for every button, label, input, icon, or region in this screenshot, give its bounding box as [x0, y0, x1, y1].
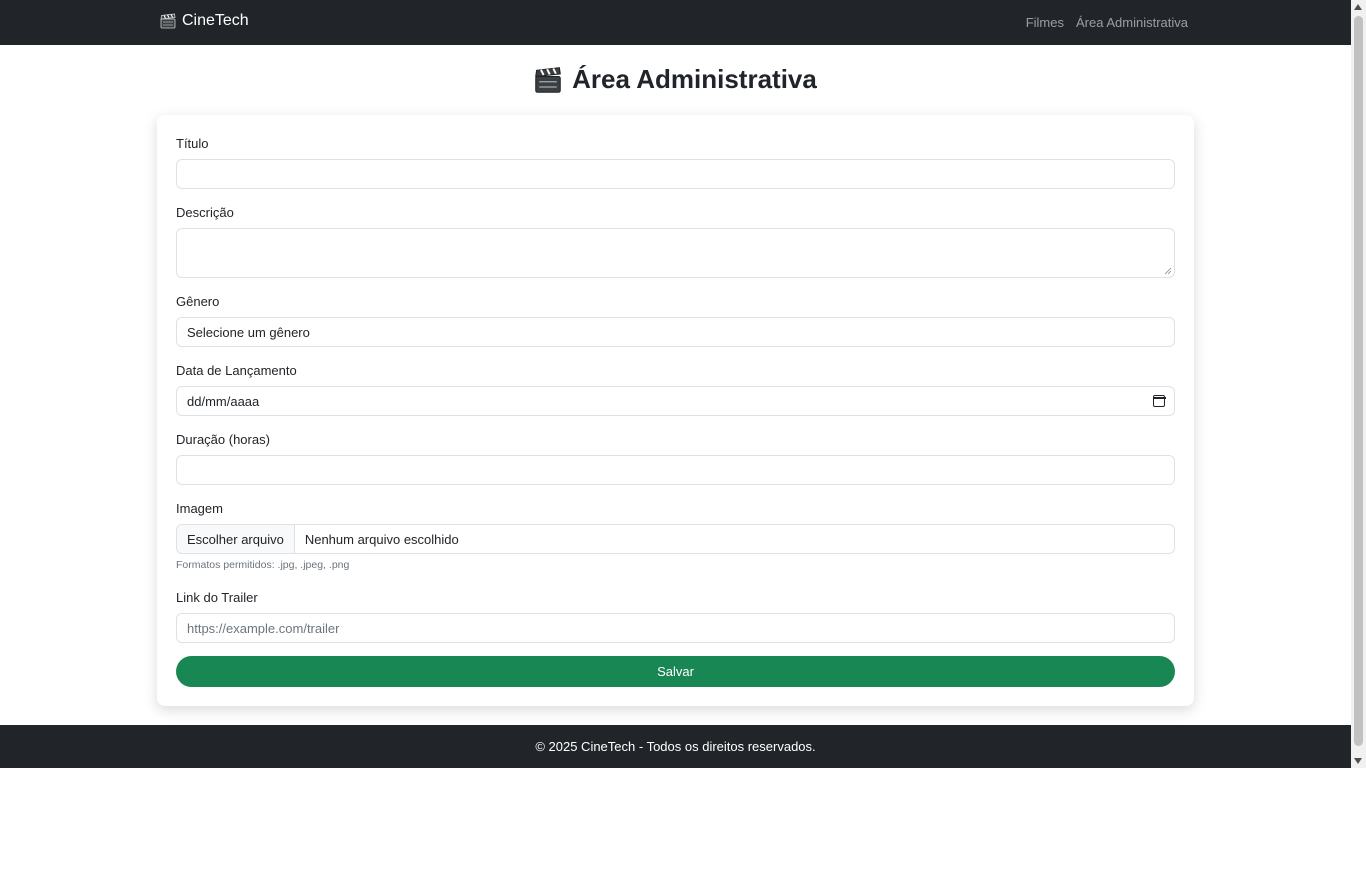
titulo-input[interactable]	[176, 159, 1175, 189]
scroll-up-icon[interactable]	[1354, 4, 1362, 10]
duracao-input[interactable]	[176, 455, 1175, 485]
choose-file-button[interactable]: Escolher arquivo	[177, 525, 295, 553]
salvar-button[interactable]: Salvar	[176, 656, 1175, 687]
imagem-hint: Formatos permitidos: .jpg, .jpeg, .png	[176, 559, 350, 571]
scrollbar-thumb[interactable]	[1354, 16, 1363, 746]
clapperboard-icon	[535, 66, 562, 93]
nav-links: Filmes Área Administrativa	[1026, 15, 1188, 30]
page-title-text: Área Administrativa	[572, 64, 817, 94]
imagem-label: Imagem	[176, 501, 223, 516]
nav-link-area-administrativa[interactable]: Área Administrativa	[1076, 15, 1188, 30]
clapperboard-icon	[160, 13, 176, 29]
descricao-textarea[interactable]	[176, 228, 1175, 278]
navbar: CineTech Filmes Área Administrativa	[0, 0, 1351, 45]
nav-link-filmes[interactable]: Filmes	[1026, 15, 1064, 30]
data-lancamento-placeholder: dd/mm/aaaa	[187, 393, 260, 409]
resize-grip-icon[interactable]	[1164, 267, 1172, 275]
descricao-label: Descrição	[176, 205, 234, 220]
page-title: Área Administrativa	[0, 64, 1351, 95]
duracao-label: Duração (horas)	[176, 432, 270, 447]
scroll-down-icon[interactable]	[1354, 758, 1362, 764]
imagem-file-input[interactable]: Escolher arquivo Nenhum arquivo escolhid…	[176, 524, 1175, 554]
scrollbar[interactable]	[1351, 0, 1366, 768]
titulo-label: Título	[176, 136, 209, 151]
brand-link[interactable]: CineTech	[160, 12, 249, 30]
trailer-label: Link do Trailer	[176, 590, 258, 605]
calendar-icon[interactable]	[1152, 395, 1166, 407]
genero-label: Gênero	[176, 294, 220, 309]
brand-name: CineTech	[182, 12, 249, 29]
file-status: Nenhum arquivo escolhido	[304, 531, 459, 547]
footer: © 2025 CineTech - Todos os direitos rese…	[0, 725, 1351, 768]
data-lancamento-label: Data de Lançamento	[176, 363, 297, 378]
trailer-input[interactable]: https://example.com/trailer	[176, 613, 1175, 643]
genero-select[interactable]: Selecione um gênero	[176, 317, 1175, 347]
genero-selected: Selecione um gênero	[187, 324, 310, 340]
data-lancamento-input[interactable]: dd/mm/aaaa	[176, 386, 1175, 416]
footer-text: © 2025 CineTech - Todos os direitos rese…	[535, 739, 816, 754]
trailer-placeholder: https://example.com/trailer	[187, 620, 340, 636]
